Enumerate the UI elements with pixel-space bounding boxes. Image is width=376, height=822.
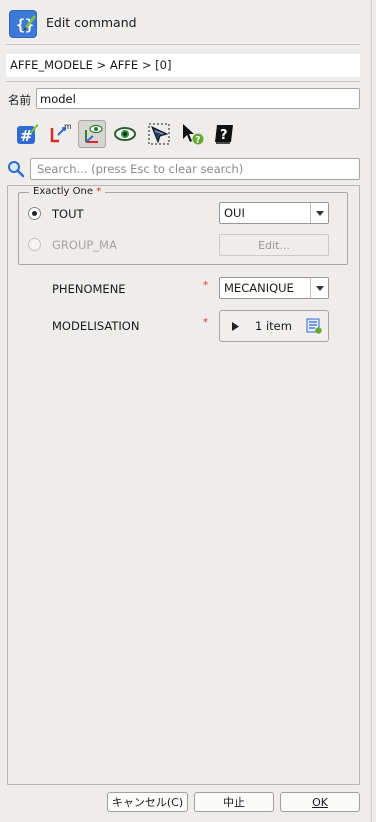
breadcrumb: AFFE_MODELE > AFFE > [0]: [6, 54, 360, 77]
breadcrumb-divider: [6, 81, 360, 82]
selection-tool-icon: [148, 123, 170, 145]
phenomene-select-value: MECANIQUE: [224, 281, 294, 295]
window-edge: [371, 0, 372, 822]
hash-edit-button[interactable]: #: [13, 120, 41, 148]
tout-radio[interactable]: [28, 207, 41, 220]
search-icon: [8, 161, 25, 178]
svg-text:m: m: [64, 122, 71, 131]
lm-icon: m: [50, 122, 71, 143]
group-ma-label: GROUP_MA: [52, 238, 117, 252]
app-icon: {}: [9, 10, 37, 38]
whats-this-button[interactable]: ?: [178, 120, 206, 148]
help-book-button[interactable]: ?: [210, 120, 238, 148]
list-edit-icon: [306, 318, 322, 334]
expand-arrow-icon: [232, 321, 239, 331]
phenomene-label: PHENOMENE: [52, 282, 126, 296]
tout-select-value: OUI: [224, 206, 245, 220]
selection-tool-button[interactable]: [145, 120, 173, 148]
cancel-button[interactable]: キャンセル(C): [107, 792, 188, 812]
axis-eye-button[interactable]: [78, 120, 106, 148]
svg-text:#: #: [20, 127, 33, 145]
tout-label: TOUT: [52, 207, 84, 221]
radio-dot: [32, 211, 37, 216]
lm-button[interactable]: m: [45, 120, 73, 148]
window-title: Edit command: [46, 15, 137, 30]
whats-this-icon: ?: [183, 124, 204, 146]
help-book-icon: ?: [215, 125, 233, 144]
ok-button[interactable]: OK: [280, 792, 360, 812]
chevron-down-icon: [310, 203, 328, 223]
eye-icon: [114, 127, 136, 141]
group-ma-edit-button[interactable]: Edit...: [219, 234, 329, 256]
chevron-down-icon: [310, 278, 328, 298]
svg-text:?: ?: [195, 136, 200, 146]
tout-select[interactable]: OUI: [219, 202, 329, 224]
search-input[interactable]: [30, 158, 360, 180]
eye-button[interactable]: [111, 120, 139, 148]
axis-eye-icon: [85, 124, 103, 143]
modelisation-required-mark: *: [203, 317, 208, 328]
svg-text:?: ?: [220, 128, 228, 143]
abort-button[interactable]: 中止: [194, 792, 274, 812]
parameters-panel: [7, 185, 360, 785]
group-ma-radio[interactable]: [28, 238, 41, 251]
exactly-one-title: Exactly One *: [29, 186, 106, 197]
exactly-one-label: Exactly One: [33, 186, 94, 197]
name-input[interactable]: [36, 88, 360, 109]
modelisation-list-button[interactable]: 1 item: [219, 310, 329, 342]
header-divider: [6, 44, 360, 45]
name-label: 名前: [8, 93, 31, 107]
required-mark: *: [96, 186, 102, 197]
modelisation-items-count: 1 item: [255, 319, 292, 333]
hash-edit-icon: #: [17, 124, 39, 145]
modelisation-label: MODELISATION: [52, 319, 140, 333]
phenomene-select[interactable]: MECANIQUE: [219, 277, 329, 299]
phenomene-required-mark: *: [203, 280, 208, 291]
